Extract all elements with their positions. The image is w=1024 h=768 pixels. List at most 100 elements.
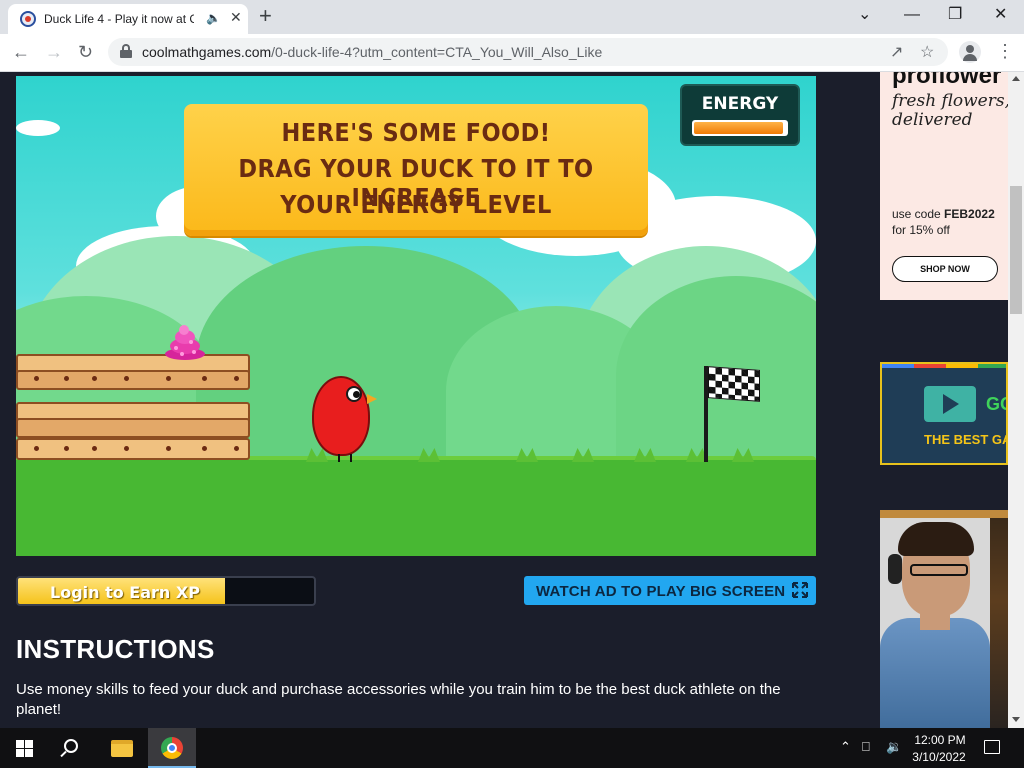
clock-date[interactable]: 3/10/2022 <box>906 750 972 764</box>
browser-tab[interactable]: Duck Life 4 - Play it now at Coolmath Ga… <box>8 4 248 34</box>
plank-nail <box>202 446 207 451</box>
watch-ad-label: WATCH AD TO PLAY BIG SCREEN <box>536 583 786 600</box>
ad-tagline: fresh flowers, delivered <box>892 91 1008 130</box>
taskbar-chrome-button[interactable] <box>148 728 196 768</box>
ad-code-value: FEB2022 <box>944 207 995 221</box>
ad-code-prefix: use code <box>892 207 945 221</box>
plank-nail <box>202 376 207 381</box>
plank-nail <box>166 376 171 381</box>
duck-leg <box>350 454 352 462</box>
file-explorer-icon[interactable] <box>111 740 133 757</box>
wooden-plank <box>16 370 250 390</box>
person-hair <box>898 522 974 556</box>
restore-button[interactable]: ❐ <box>948 4 962 26</box>
lock-icon[interactable] <box>120 44 132 58</box>
scroll-down-arrow-icon[interactable] <box>1012 717 1020 722</box>
page-scrollbar[interactable] <box>1008 72 1024 728</box>
plank-nail <box>34 376 39 381</box>
plank-nail <box>34 446 39 451</box>
close-window-button[interactable]: ✕ <box>994 4 1007 26</box>
browser-tab-strip: Duck Life 4 - Play it now at Coolmath Ga… <box>0 0 1024 34</box>
wooden-plank <box>16 418 250 438</box>
url-text[interactable]: coolmathgames.com/0-duck-life-4?utm_cont… <box>142 44 602 60</box>
profile-avatar-icon[interactable] <box>959 41 981 63</box>
browser-toolbar: ← → ↻ coolmathgames.com/0-duck-life-4?ut… <box>0 34 1024 72</box>
wooden-plank <box>16 438 250 460</box>
game-canvas[interactable]: HERE'S SOME FOOD! DRAG YOUR DUCK TO IT T… <box>16 76 816 556</box>
video-ad[interactable] <box>880 510 1008 728</box>
plank-nail <box>64 446 69 451</box>
ad-top-border <box>880 510 1008 518</box>
windows-start-icon[interactable] <box>16 740 33 757</box>
plank-nail <box>64 376 69 381</box>
volume-icon[interactable]: 🔉 <box>886 739 902 755</box>
plank-nail <box>166 446 171 451</box>
ad-headline: THE BEST GA <box>924 432 1008 447</box>
browser-menu-icon[interactable]: ⋮ <box>996 41 1014 61</box>
ground <box>16 460 816 556</box>
forward-button[interactable]: → <box>45 40 63 64</box>
notifications-icon[interactable] <box>984 740 1000 754</box>
share-icon[interactable]: ↗ <box>890 42 903 62</box>
background-shelf <box>990 518 1008 728</box>
url-host: coolmathgames.com <box>142 44 272 60</box>
game-ad-banner[interactable]: GO THE BEST GA <box>880 362 1008 465</box>
energy-meter: ENERGY <box>680 84 800 146</box>
duck-pupil <box>353 391 360 398</box>
ad-code-suffix: for 15% off <box>892 223 950 237</box>
tab-search-chevron-icon[interactable]: ⌄ <box>858 4 871 26</box>
person-shirt <box>880 618 990 728</box>
headphones-icon <box>888 554 902 584</box>
ad-go-text: GO <box>986 394 1006 414</box>
close-tab-icon[interactable]: ✕ <box>230 9 242 26</box>
tab-title: Duck Life 4 - Play it now at Coolmath Ga… <box>44 12 194 26</box>
energy-bar-fill <box>694 122 784 134</box>
clock-time[interactable]: 12:00 PM <box>912 733 968 747</box>
energy-bar-track <box>692 120 788 136</box>
instruction-banner: HERE'S SOME FOOD! DRAG YOUR DUCK TO IT T… <box>184 104 648 236</box>
tray-chevron-icon[interactable]: ⌃ <box>840 739 851 755</box>
bookmark-star-icon[interactable]: ☆ <box>920 42 934 62</box>
xp-label: Login to Earn XP <box>50 583 200 602</box>
plank-nail <box>124 376 129 381</box>
banner-line-3: YOUR ENERGY LEVEL <box>280 190 552 219</box>
speaker-icon[interactable]: 🔈 <box>206 11 221 25</box>
plank-nail <box>234 376 239 381</box>
shop-now-button[interactable]: SHOP NOW <box>892 256 998 282</box>
watch-ad-big-screen-button[interactable]: WATCH AD TO PLAY BIG SCREEN <box>524 576 816 605</box>
reload-button[interactable]: ↻ <box>78 40 93 64</box>
plank-nail <box>124 446 129 451</box>
windows-taskbar: ⌃ ⎕ 🔉 12:00 PM 3/10/2022 <box>0 728 1024 768</box>
ad-color-strip <box>882 364 1006 368</box>
glasses-icon <box>910 564 968 576</box>
duck-character[interactable] <box>312 376 370 456</box>
plank-nail <box>92 376 97 381</box>
coolmath-favicon-icon <box>20 11 36 27</box>
proflower-ad[interactable]: proflower fresh flowers, delivered use c… <box>880 72 1008 300</box>
network-icon[interactable]: ⎕ <box>862 739 870 755</box>
url-path: /0-duck-life-4?utm_content=CTA_You_Will_… <box>271 44 603 60</box>
minimize-button[interactable]: — <box>904 4 920 26</box>
new-tab-button[interactable]: + <box>259 4 272 28</box>
expand-icon <box>792 582 808 598</box>
duck-leg <box>338 454 340 462</box>
play-icon <box>924 386 976 422</box>
ad-promo-code: use code FEB2022 for 15% off <box>892 206 1008 238</box>
back-button[interactable]: ← <box>12 40 30 64</box>
login-xp-bar[interactable]: Login to Earn XP <box>16 576 316 606</box>
food-pile-icon[interactable] <box>164 324 206 360</box>
duck-beak <box>367 394 377 404</box>
ad-brand: proflower <box>892 72 1002 89</box>
chrome-icon <box>161 737 183 759</box>
plank-nail <box>92 446 97 451</box>
scrollbar-thumb[interactable] <box>1010 186 1022 314</box>
scroll-up-arrow-icon[interactable] <box>1012 76 1020 81</box>
instructions-heading: INSTRUCTIONS <box>16 634 215 664</box>
page-content: HERE'S SOME FOOD! DRAG YOUR DUCK TO IT T… <box>0 72 1008 728</box>
search-icon[interactable] <box>64 739 78 753</box>
checkered-flag-icon <box>708 366 760 402</box>
address-bar[interactable]: coolmathgames.com/0-duck-life-4?utm_cont… <box>108 38 948 66</box>
banner-line-1: HERE'S SOME FOOD! <box>281 118 551 147</box>
cloud <box>16 120 60 136</box>
instructions-text: Use money skills to feed your duck and p… <box>16 681 781 718</box>
